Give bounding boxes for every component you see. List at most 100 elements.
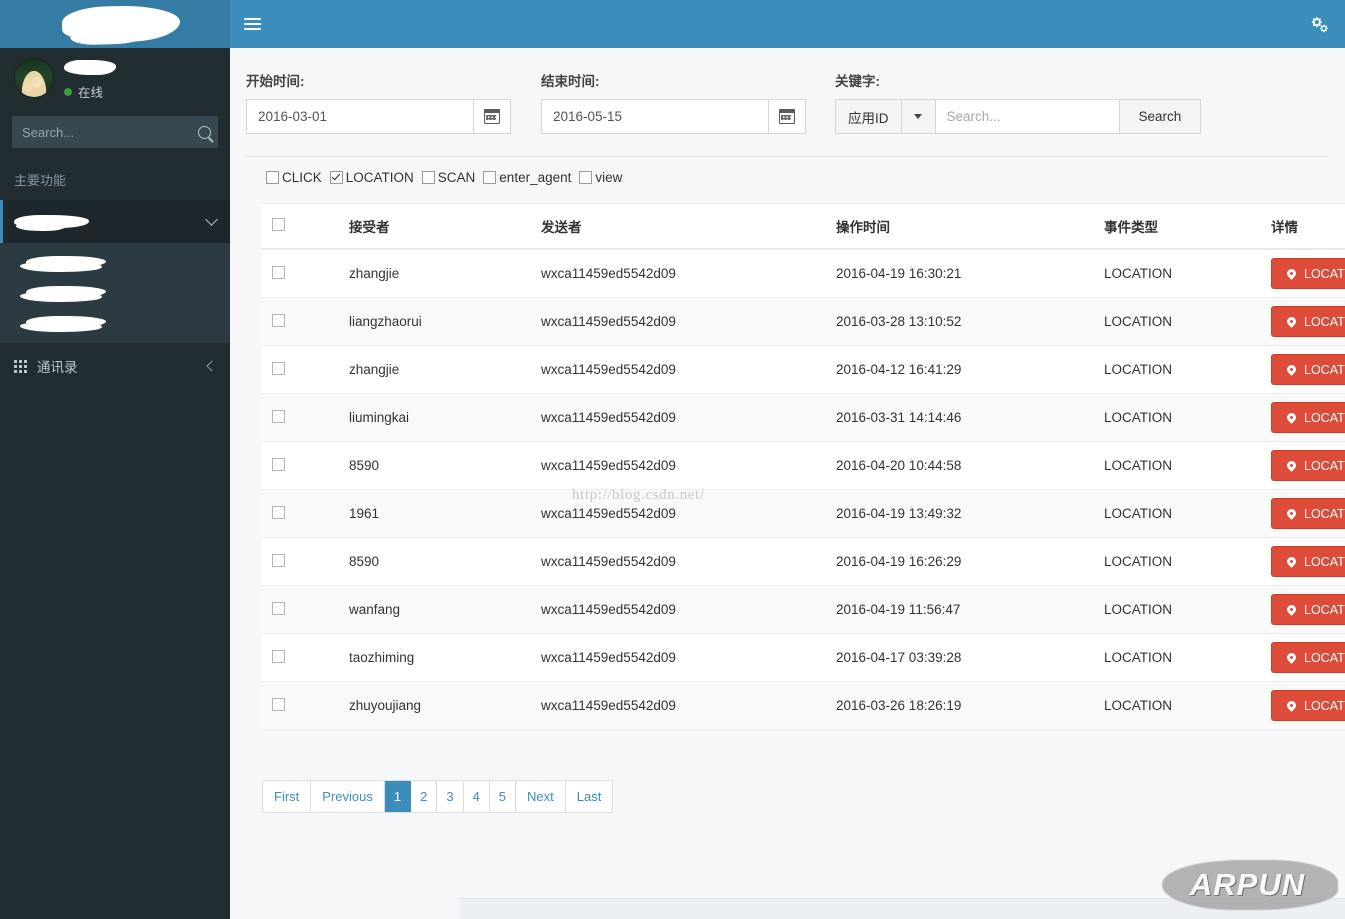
sidebar-item-label-redacted [14, 215, 89, 231]
detail-location-button[interactable]: LOCATION [1271, 498, 1345, 529]
checkbox-enter-agent[interactable] [483, 171, 497, 184]
detail-location-button[interactable]: LOCATION [1271, 306, 1345, 337]
start-time-calendar-button[interactable] [474, 99, 511, 134]
checkbox-view-label: view [595, 170, 623, 185]
sidebar-user-panel[interactable]: 在线 [0, 48, 230, 110]
pagination-last[interactable]: Last [565, 781, 613, 812]
checkbox-view[interactable] [579, 171, 593, 184]
cell-event-type: LOCATION [1094, 249, 1261, 298]
checkbox-location[interactable] [329, 171, 343, 184]
search-button[interactable]: Search [1119, 99, 1202, 134]
detail-location-button[interactable]: LOCATION [1271, 354, 1345, 385]
brand-logo-redacted [61, 4, 181, 44]
cell-receiver: 1961 [339, 489, 531, 538]
column-header-sender[interactable]: 发送者 [531, 204, 826, 250]
cell-detail: LOCATION [1261, 393, 1345, 442]
online-dot-icon [64, 87, 72, 96]
detail-location-button[interactable]: LOCATION [1271, 450, 1345, 481]
pagination-page-5[interactable]: 5 [489, 781, 517, 812]
pagination-previous[interactable]: Previous [311, 781, 385, 812]
sidebar-subitem-3[interactable] [0, 307, 230, 337]
start-time-input[interactable]: 2016-03-01 [246, 99, 474, 134]
row-select-cell [262, 681, 339, 730]
detail-location-label: LOCATION [1304, 602, 1345, 617]
grid-icon [14, 359, 27, 373]
detail-location-button[interactable]: LOCATION [1271, 642, 1345, 673]
end-time-calendar-button[interactable] [769, 99, 806, 134]
select-all-header [262, 204, 339, 250]
pagination-page-2[interactable]: 2 [411, 781, 438, 812]
cell-sender: wxca11459ed5542d09 [531, 297, 826, 346]
column-header-time[interactable]: 操作时间 [826, 204, 1094, 250]
column-header-receiver[interactable]: 接受者 [339, 204, 531, 250]
detail-location-button[interactable]: LOCATION [1271, 402, 1345, 433]
select-all-checkbox[interactable] [272, 218, 285, 231]
sidebar-subitem-2[interactable] [0, 277, 230, 307]
end-time-input[interactable]: 2016-05-15 [541, 99, 769, 134]
detail-location-button[interactable]: LOCATION [1271, 690, 1345, 721]
table-row: liumingkai wxca11459ed5542d09 2016-03-31 1… [262, 393, 1345, 442]
detail-location-label: LOCATION [1304, 410, 1345, 425]
detail-location-label: LOCATION [1304, 506, 1345, 521]
checkbox-click[interactable] [266, 171, 279, 184]
row-checkbox[interactable] [272, 457, 285, 471]
row-checkbox[interactable] [272, 553, 285, 567]
start-time-group: 开始时间: 2016-03-01 [246, 70, 541, 134]
checkbox-scan[interactable] [421, 171, 435, 184]
pagination-page-1[interactable]: 1 [384, 781, 412, 812]
pagination-page-4[interactable]: 4 [463, 781, 490, 812]
checkbox-click-label: CLICK [282, 170, 322, 185]
detail-location-button[interactable]: LOCATION [1271, 258, 1345, 289]
map-marker-icon [1285, 651, 1298, 664]
row-checkbox[interactable] [272, 505, 285, 519]
keyword-type-select[interactable]: 应用ID [835, 99, 902, 134]
filter-bar: 开始时间: 2016-03-01 结束时间: 2016-05-15 关键字: 应… [246, 70, 1345, 134]
cell-sender: wxca11459ed5542d09 [531, 585, 826, 634]
map-marker-icon [1285, 267, 1298, 280]
pagination-page-3[interactable]: 3 [437, 781, 464, 812]
row-checkbox[interactable] [272, 265, 285, 279]
cogs-icon[interactable] [1309, 15, 1329, 33]
end-time-group: 结束时间: 2016-05-15 [541, 70, 835, 134]
username-redacted [64, 60, 116, 75]
row-checkbox[interactable] [272, 313, 285, 327]
sidebar: 在线 主要功能 [0, 0, 230, 919]
row-checkbox[interactable] [272, 601, 285, 615]
detail-location-button[interactable]: LOCATION [1271, 546, 1345, 577]
cell-detail: LOCATION [1261, 345, 1345, 394]
pagination-first[interactable]: First [263, 781, 312, 812]
cell-receiver: liangzhaorui [339, 297, 531, 346]
row-select-cell [262, 249, 339, 298]
row-checkbox[interactable] [272, 697, 285, 711]
keyword-search-input[interactable] [935, 99, 1120, 134]
sidebar-item-contacts[interactable]: 通讯录 [0, 345, 230, 387]
cell-sender: wxca11459ed5542d09 [531, 441, 826, 490]
pagination-next[interactable]: Next [516, 781, 566, 812]
cell-detail: LOCATION [1261, 441, 1345, 490]
cell-detail: LOCATION [1261, 633, 1345, 682]
cell-time: 2016-03-26 18:26:19 [826, 681, 1094, 730]
hamburger-icon[interactable] [244, 17, 261, 31]
keyword-type-dropdown-button[interactable] [901, 99, 936, 134]
checkbox-enter-agent-label: enter_agent [499, 170, 572, 185]
calendar-icon [484, 109, 500, 124]
sidebar-subitem-1[interactable] [0, 247, 230, 277]
cell-receiver: zhangjie [339, 249, 531, 298]
column-header-event-type[interactable]: 事件类型 [1094, 204, 1261, 250]
events-table-body: zhangjie wxca11459ed5542d09 2016-04-19 16:… [262, 249, 1345, 730]
column-header-detail[interactable]: 详情 [1261, 204, 1345, 250]
chevron-left-icon[interactable] [206, 360, 218, 372]
sidebar-search-box[interactable] [12, 116, 218, 148]
detail-location-label: LOCATION [1304, 698, 1345, 713]
search-icon[interactable] [198, 125, 211, 139]
keyword-group: 关键字: 应用ID Search [835, 70, 1202, 134]
sidebar-search-input[interactable] [22, 124, 198, 140]
row-checkbox[interactable] [272, 649, 285, 663]
row-checkbox[interactable] [272, 361, 285, 375]
row-checkbox[interactable] [272, 409, 285, 423]
cell-time: 2016-04-19 13:49:32 [826, 489, 1094, 538]
detail-location-button[interactable]: LOCATION [1271, 594, 1345, 625]
brand-logo[interactable] [0, 0, 230, 48]
event-type-checkbox-row: CLICK LOCATION SCAN enter_agent view [246, 157, 1345, 185]
sidebar-item-active[interactable] [0, 200, 230, 243]
